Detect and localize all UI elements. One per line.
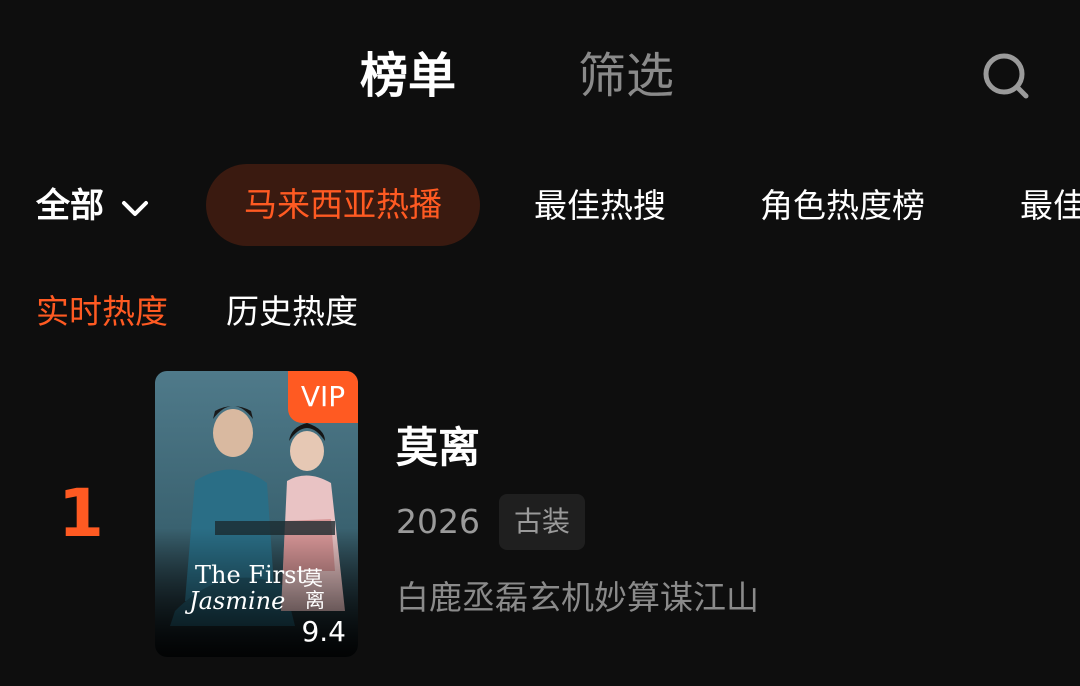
show-year: 2026: [396, 502, 480, 541]
show-description: 白鹿丞磊玄机妙算谋江山: [396, 578, 759, 617]
chip-best-search[interactable]: 最佳热搜: [534, 182, 666, 230]
tab-filter[interactable]: 筛选: [578, 44, 674, 108]
chip-malaysia-hot[interactable]: 马来西亚热播: [206, 164, 480, 246]
poster-score: 9.4: [301, 615, 346, 648]
chevron-down-icon: [120, 189, 150, 219]
chip-best-partial[interactable]: 最佳: [1020, 182, 1080, 230]
rank-number: 1: [58, 475, 104, 552]
search-button[interactable]: [978, 48, 1034, 104]
tab-history-popularity[interactable]: 历史热度: [226, 290, 358, 334]
svg-text:离: 离: [305, 588, 325, 612]
tab-realtime-popularity[interactable]: 实时热度: [36, 290, 168, 334]
svg-text:Jasmine: Jasmine: [184, 587, 285, 615]
svg-text:The First: The First: [195, 561, 306, 589]
show-title[interactable]: 莫离: [396, 420, 480, 476]
category-all-dropdown[interactable]: 全部: [36, 182, 150, 230]
show-poster[interactable]: VIP The First Jasmine 莫 离 9.4: [155, 371, 358, 657]
genre-tag: 古装: [499, 494, 585, 550]
svg-text:莫: 莫: [303, 566, 323, 590]
search-icon: [983, 53, 1029, 99]
category-bar: 全部 马来西亚热播 最佳热搜 角色热度榜 最佳: [0, 164, 1080, 248]
chip-character-popularity[interactable]: 角色热度榜: [760, 182, 925, 230]
ranking-page: 榜单 筛选 全部 马来西亚热播 最佳热搜 角色热度榜 最佳 实时热度 历史热度 …: [0, 0, 1080, 686]
tab-ranking[interactable]: 榜单: [360, 44, 456, 108]
category-all-label: 全部: [36, 186, 104, 226]
